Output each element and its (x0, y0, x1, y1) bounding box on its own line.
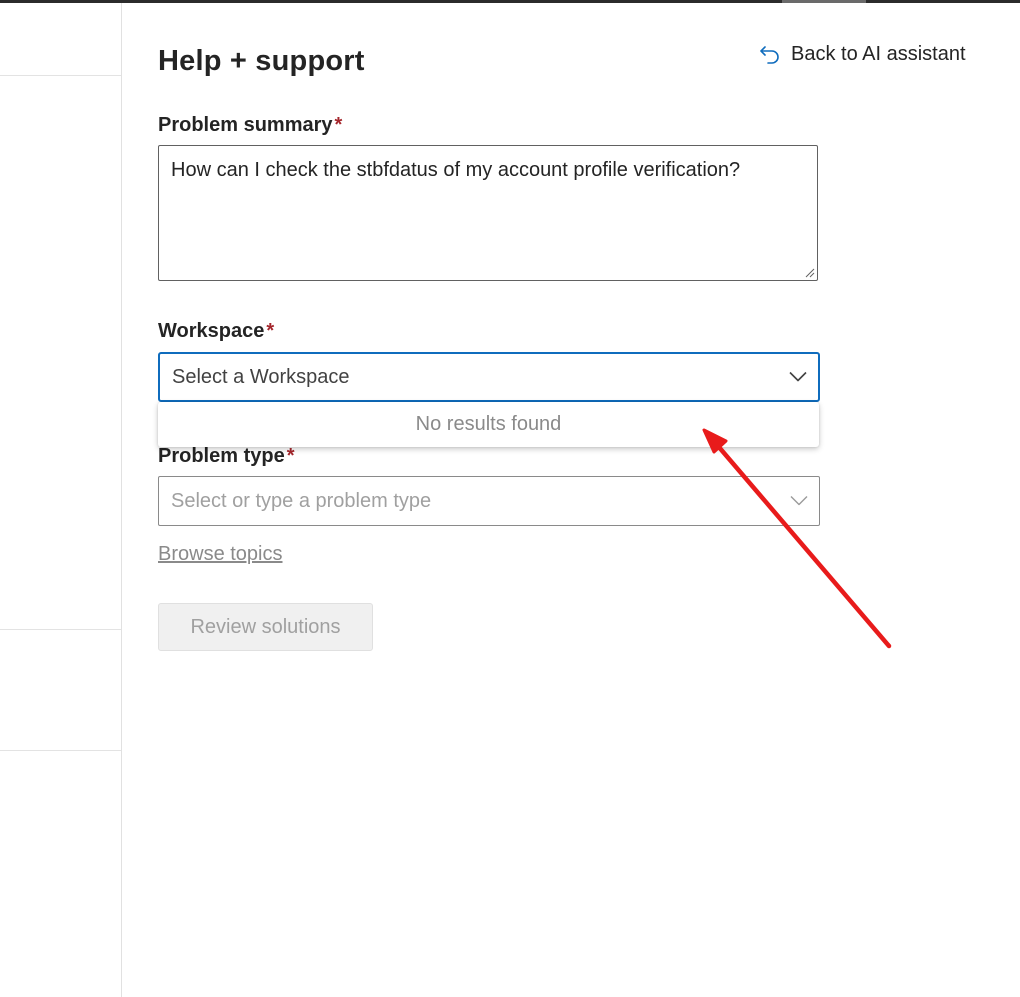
left-pane-divider (0, 750, 121, 751)
problem-summary-text: How can I check the stbfdatus of my acco… (171, 159, 741, 181)
problem-type-placeholder: Select or type a problem type (171, 489, 432, 512)
review-solutions-button[interactable]: Review solutions (158, 603, 373, 651)
required-marker: * (334, 114, 343, 136)
browse-topics-link[interactable]: Browse topics (158, 543, 283, 566)
problem-summary-label-text: Problem summary (158, 114, 333, 136)
problem-type-combobox[interactable]: Select or type a problem type (158, 476, 820, 526)
problem-summary-label: Problem summary * (158, 114, 342, 137)
workspace-label-text: Workspace (158, 320, 265, 342)
page-title: Help + support (158, 45, 365, 77)
problem-summary-textarea[interactable]: How can I check the stbfdatus of my acco… (158, 145, 818, 281)
chevron-down-icon[interactable] (788, 366, 808, 389)
back-to-ai-assistant-link[interactable]: Back to AI assistant (759, 43, 966, 66)
no-results-message: No results found (415, 413, 562, 435)
workspace-value: Select a Workspace (172, 365, 350, 388)
workspace-label: Workspace * (158, 320, 274, 343)
problem-type-label: Problem type * (158, 445, 295, 468)
resize-grip-icon[interactable] (803, 266, 815, 278)
required-marker: * (266, 320, 275, 342)
required-marker: * (286, 445, 295, 467)
help-support-panel: Help + support Back to AI assistant Prob… (122, 3, 1020, 997)
workspace-dropdown[interactable]: Select a Workspace (158, 352, 820, 402)
chevron-down-icon[interactable] (789, 490, 809, 513)
undo-arrow-icon (759, 44, 781, 66)
problem-type-label-text: Problem type (158, 445, 285, 467)
left-pane-divider (0, 75, 121, 76)
workspace-dropdown-list: No results found (158, 402, 819, 447)
left-pane-divider (0, 629, 121, 630)
background-left-pane (0, 3, 122, 997)
back-link-label: Back to AI assistant (791, 43, 966, 65)
